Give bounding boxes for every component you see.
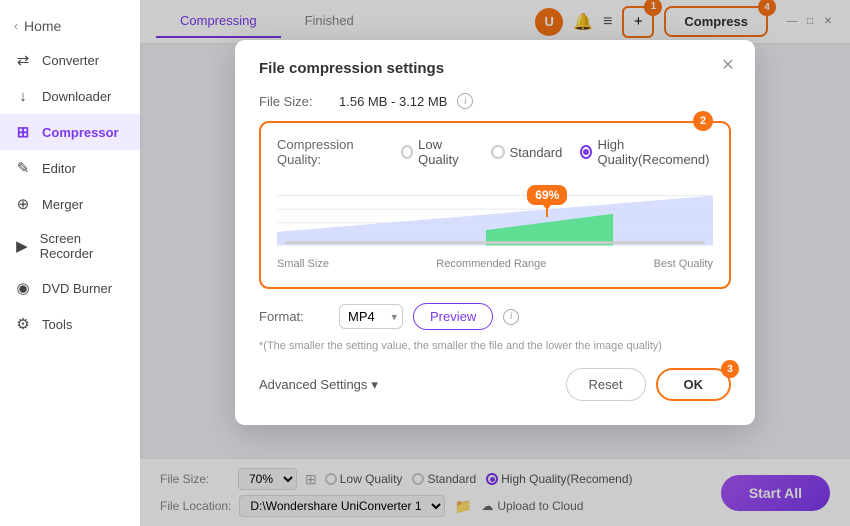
dvd-burner-icon: ◉ [14, 279, 32, 297]
chevron-down-icon: ▾ [371, 377, 378, 393]
step2-badge: 2 [693, 111, 713, 131]
sidebar-item-dvd-burner[interactable]: ◉ DVD Burner [0, 270, 140, 306]
chevron-left-icon: ‹ [14, 19, 18, 33]
sidebar-back-button[interactable]: ‹ Home [0, 10, 140, 42]
modal-file-size-value: 1.56 MB - 3.12 MB [339, 94, 447, 109]
sidebar-item-merger[interactable]: ⊕ Merger [0, 186, 140, 222]
chart-labels: Small Size Recommended Range Best Qualit… [277, 258, 713, 270]
sidebar-item-downloader[interactable]: ↓ Downloader [0, 78, 140, 114]
modal-file-size-label: File Size: [259, 94, 329, 109]
sidebar-item-label: Tools [42, 317, 72, 332]
compression-settings-modal: File compression settings ✕ File Size: 1… [235, 40, 755, 425]
modal-file-size-row: File Size: 1.56 MB - 3.12 MB i [259, 93, 731, 109]
sidebar-item-label: DVD Burner [42, 281, 112, 296]
downloader-icon: ↓ [14, 87, 32, 105]
chart-recommended-label: Recommended Range [436, 258, 546, 270]
comp-quality-high[interactable]: High Quality(Recomend) [580, 137, 713, 167]
pin-percentage: 69% [527, 185, 567, 205]
reset-button[interactable]: Reset [566, 368, 646, 401]
format-select[interactable]: MP4 MOV AVI MKV [339, 304, 403, 329]
converter-icon: ⇄ [14, 51, 32, 69]
chart-area: 69% Small Size Recommended Range Best Qu… [277, 181, 713, 271]
sidebar-item-tools[interactable]: ⚙ Tools [0, 306, 140, 342]
modal-close-button[interactable]: ✕ [717, 54, 739, 76]
comp-quality-low[interactable]: Low Quality [401, 137, 472, 167]
quality-pin[interactable]: 69% [527, 185, 567, 217]
format-row: Format: MP4 MOV AVI MKV Preview i [259, 303, 731, 330]
chart-small-size-label: Small Size [277, 258, 329, 270]
sidebar-item-label: Editor [42, 161, 76, 176]
sidebar-item-label: Merger [42, 197, 83, 212]
step3-badge: 3 [721, 360, 739, 378]
merger-icon: ⊕ [14, 195, 32, 213]
quality-section: 2 Compression Quality: Low Quality Stand… [259, 121, 731, 289]
comp-quality-high-label: High Quality(Recomend) [597, 137, 713, 167]
advanced-settings-toggle[interactable]: Advanced Settings ▾ [259, 377, 378, 393]
compression-radio-row: Compression Quality: Low Quality Standar… [277, 137, 713, 167]
sidebar-item-editor[interactable]: ✎ Editor [0, 150, 140, 186]
compressor-icon: ⊞ [14, 123, 32, 141]
preview-button[interactable]: Preview [413, 303, 493, 330]
info-icon[interactable]: i [457, 93, 473, 109]
comp-radio-standard-icon [491, 145, 505, 159]
main-area: Compressing Finished U 🔔 ≡ + 1 Compress … [140, 0, 850, 526]
sidebar-item-label: Downloader [42, 89, 111, 104]
comp-radio-high-icon [580, 145, 592, 159]
compression-quality-label: Compression Quality: [277, 137, 379, 167]
sidebar-item-label: Converter [42, 53, 99, 68]
modal-overlay: File compression settings ✕ File Size: 1… [140, 0, 850, 526]
sidebar: ‹ Home ⇄ Converter ↓ Downloader ⊞ Compre… [0, 0, 140, 526]
editor-icon: ✎ [14, 159, 32, 177]
comp-quality-standard-label: Standard [510, 145, 563, 160]
modal-footer-buttons: Reset OK 3 [566, 368, 731, 401]
advanced-settings-label: Advanced Settings [259, 377, 367, 392]
format-info-icon[interactable]: i [503, 309, 519, 325]
sidebar-item-label: Screen Recorder [40, 231, 126, 261]
ok-button[interactable]: OK 3 [656, 368, 732, 401]
modal-title: File compression settings [259, 60, 731, 77]
compression-chart[interactable] [277, 181, 713, 251]
format-select-wrap: MP4 MOV AVI MKV [339, 304, 403, 329]
sidebar-item-compressor[interactable]: ⊞ Compressor [0, 114, 140, 150]
format-label: Format: [259, 309, 329, 324]
tools-icon: ⚙ [14, 315, 32, 333]
sidebar-item-label: Compressor [42, 125, 119, 140]
sidebar-item-screen-recorder[interactable]: ▶ Screen Recorder [0, 222, 140, 270]
modal-footer: Advanced Settings ▾ Reset OK 3 [259, 368, 731, 401]
screen-recorder-icon: ▶ [14, 237, 30, 255]
chart-best-quality-label: Best Quality [654, 258, 713, 270]
sidebar-back-label: Home [24, 18, 61, 34]
comp-radio-low-icon [401, 145, 413, 159]
comp-quality-low-label: Low Quality [418, 137, 472, 167]
sidebar-item-converter[interactable]: ⇄ Converter [0, 42, 140, 78]
hint-text: *(The smaller the setting value, the sma… [259, 340, 731, 352]
comp-quality-standard[interactable]: Standard [491, 145, 563, 160]
